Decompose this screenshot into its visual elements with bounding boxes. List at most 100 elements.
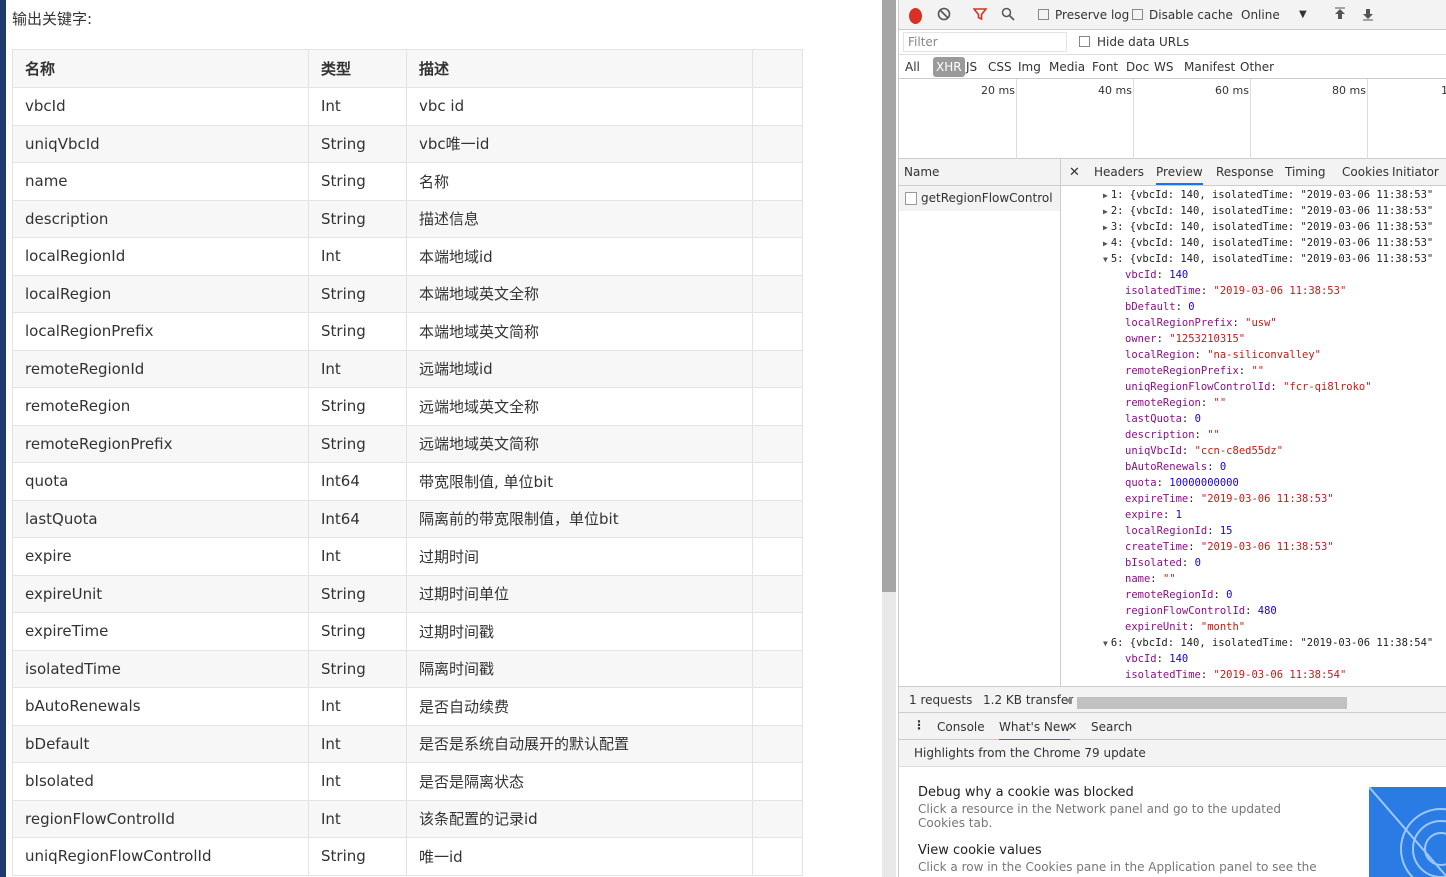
horizontal-scrollbar-thumb[interactable] <box>1077 697 1347 709</box>
timeline-gridline <box>1016 79 1017 159</box>
tab-headers[interactable]: Headers <box>1094 165 1144 179</box>
preserve-log-checkbox[interactable] <box>1038 9 1049 20</box>
json-key: isolatedTime <box>1125 669 1201 681</box>
table-row: bIsolated Int 是否是隔离状态 <box>12 762 803 801</box>
network-timeline[interactable]: 20 ms 40 ms 60 ms 80 ms 1 <box>899 79 1446 159</box>
record-icon[interactable] <box>909 8 922 24</box>
request-row[interactable]: getRegionFlowControl <box>899 186 1060 211</box>
cell-name: expireUnit <box>12 574 309 613</box>
more-options-icon[interactable]: ⋮ <box>913 718 925 732</box>
type-filter-doc[interactable]: Doc <box>1126 60 1149 74</box>
page-scrollbar[interactable] <box>868 0 898 877</box>
json-key: localRegion <box>1125 349 1195 361</box>
json-value: "2019-03-06 11:38:53" <box>1213 285 1347 297</box>
cell-desc: 隔离前的带宽限制值，单位bit <box>406 499 753 538</box>
json-colon: : <box>1162 509 1176 521</box>
scroll-left-icon[interactable]: ◀ <box>1065 696 1072 706</box>
request-file-icon <box>905 192 917 205</box>
json-key: description <box>1125 429 1195 441</box>
chevron-down-icon[interactable]: ▼ <box>1299 7 1307 23</box>
json-value: "fcr-qi8lroko" <box>1283 381 1372 393</box>
search-icon[interactable] <box>1001 7 1015 23</box>
json-array-item[interactable]: ▶ 3: {vbcId: 140, isolatedTime: "2019-03-… <box>1103 219 1433 235</box>
json-array-item[interactable]: ▶ 2: {vbcId: 140, isolatedTime: "2019-03-… <box>1103 203 1433 219</box>
upload-icon[interactable] <box>1333 7 1347 23</box>
filter-input[interactable]: Filter <box>903 32 1067 52</box>
expand-triangle-closed-icon[interactable]: ▶ <box>1103 223 1108 232</box>
scrollbar-thumb[interactable] <box>882 0 896 592</box>
cell-desc: 隔离时间戳 <box>406 649 753 688</box>
json-field: vbcId: 140 <box>1125 267 1188 283</box>
json-colon: : <box>1181 413 1195 425</box>
table-row: name String 名称 <box>12 162 803 201</box>
drawer-tab-console[interactable]: Console <box>937 720 985 734</box>
type-filter-js[interactable]: JS <box>966 60 977 74</box>
json-item-summary: 4: {vbcId: 140, isolatedTime: "2019-03-0… <box>1110 237 1434 249</box>
cell-desc: vbc id <box>406 87 753 126</box>
request-name: getRegionFlowControl <box>921 191 1053 205</box>
json-field: remoteRegion: "" <box>1125 395 1226 411</box>
json-key: remoteRegion <box>1125 397 1201 409</box>
type-filter-img[interactable]: Img <box>1018 60 1041 74</box>
json-array-item[interactable]: ▼ 6: {vbcId: 140, isolatedTime: "2019-03-… <box>1103 635 1433 651</box>
disable-cache-checkbox[interactable] <box>1132 9 1143 20</box>
throttle-select[interactable]: Online <box>1241 7 1280 23</box>
close-icon[interactable]: ✕ <box>1068 720 1077 733</box>
cell-type: String <box>308 274 407 313</box>
cell-type: String <box>308 612 407 651</box>
expand-triangle-open-icon[interactable]: ▼ <box>1103 639 1108 648</box>
json-field: regionFlowControlId: 480 <box>1125 603 1277 619</box>
type-filter-manifest[interactable]: Manifest <box>1184 60 1235 74</box>
type-filter-media[interactable]: Media <box>1049 60 1085 74</box>
json-array-item[interactable]: ▶ 4: {vbcId: 140, isolatedTime: "2019-03-… <box>1103 235 1433 251</box>
cell-name: quota <box>12 462 309 501</box>
type-filter-all[interactable]: All <box>905 60 920 74</box>
json-value: "na-siliconvalley" <box>1207 349 1321 361</box>
type-filter-ws[interactable]: WS <box>1154 60 1173 74</box>
header-extra <box>752 49 803 88</box>
json-value: "2019-03-06 11:38:54" <box>1213 669 1347 681</box>
expand-triangle-open-icon[interactable]: ▼ <box>1103 255 1108 264</box>
whatsnew-item[interactable]: View cookie values Click a row in the Coo… <box>918 843 1328 874</box>
cell-desc: 该条配置的记录id <box>406 799 753 838</box>
table-row: vbcId Int vbc id <box>12 87 803 126</box>
tab-timing[interactable]: Timing <box>1285 165 1326 179</box>
type-filter-other[interactable]: Other <box>1240 60 1274 74</box>
json-array-item[interactable]: ▼ 5: {vbcId: 140, isolatedTime: "2019-03-… <box>1103 251 1433 267</box>
expand-triangle-closed-icon[interactable]: ▶ <box>1103 239 1108 248</box>
cell-name: remoteRegionId <box>12 349 309 388</box>
tab-preview[interactable]: Preview <box>1156 165 1203 185</box>
json-field: localRegionId: 15 <box>1125 523 1233 539</box>
drawer-tab-whatsnew[interactable]: What's New <box>999 720 1071 741</box>
scrollbar-track[interactable] <box>882 592 896 877</box>
json-array-item[interactable]: ▶ 1: {vbcId: 140, isolatedTime: "2019-03-… <box>1103 187 1433 203</box>
expand-triangle-closed-icon[interactable]: ▶ <box>1103 207 1108 216</box>
type-filter-css[interactable]: CSS <box>988 60 1012 74</box>
output-keywords-table: 名称 类型 描述 vbcId Int vbc id uniqVbcId String vb… <box>12 49 803 876</box>
tab-initiator[interactable]: Initiator <box>1392 165 1439 179</box>
json-key: expireTime <box>1125 493 1189 505</box>
name-column-header[interactable]: Name <box>899 159 1060 186</box>
hide-data-urls-checkbox[interactable] <box>1079 36 1090 47</box>
type-filter-font[interactable]: Font <box>1092 60 1118 74</box>
timeline-gridline <box>1250 79 1251 159</box>
expand-triangle-closed-icon[interactable]: ▶ <box>1103 191 1108 200</box>
table-row: uniqVbcId String vbc唯一id <box>12 124 803 163</box>
drawer-tab-search[interactable]: Search <box>1091 720 1132 734</box>
cell-type: Int <box>308 237 407 276</box>
json-field: name: "" <box>1125 571 1176 587</box>
table-row: expire Int 过期时间 <box>12 537 803 576</box>
close-icon[interactable]: ✕ <box>1069 165 1080 180</box>
whatsnew-item[interactable]: Debug why a cookie was blocked Click a re… <box>918 785 1328 830</box>
json-value: "month" <box>1200 621 1246 633</box>
clear-icon[interactable] <box>937 7 951 23</box>
cell-extra <box>752 537 803 576</box>
download-icon[interactable] <box>1361 7 1375 23</box>
cell-desc: 远端地域英文全称 <box>406 387 753 426</box>
filter-icon[interactable] <box>972 7 988 23</box>
tab-cookies[interactable]: Cookies <box>1342 165 1389 179</box>
cell-desc: 本端地域英文全称 <box>406 274 753 313</box>
json-value: "" <box>1213 397 1227 409</box>
tab-response[interactable]: Response <box>1216 165 1274 179</box>
type-filter-xhr[interactable]: XHR <box>933 57 965 77</box>
